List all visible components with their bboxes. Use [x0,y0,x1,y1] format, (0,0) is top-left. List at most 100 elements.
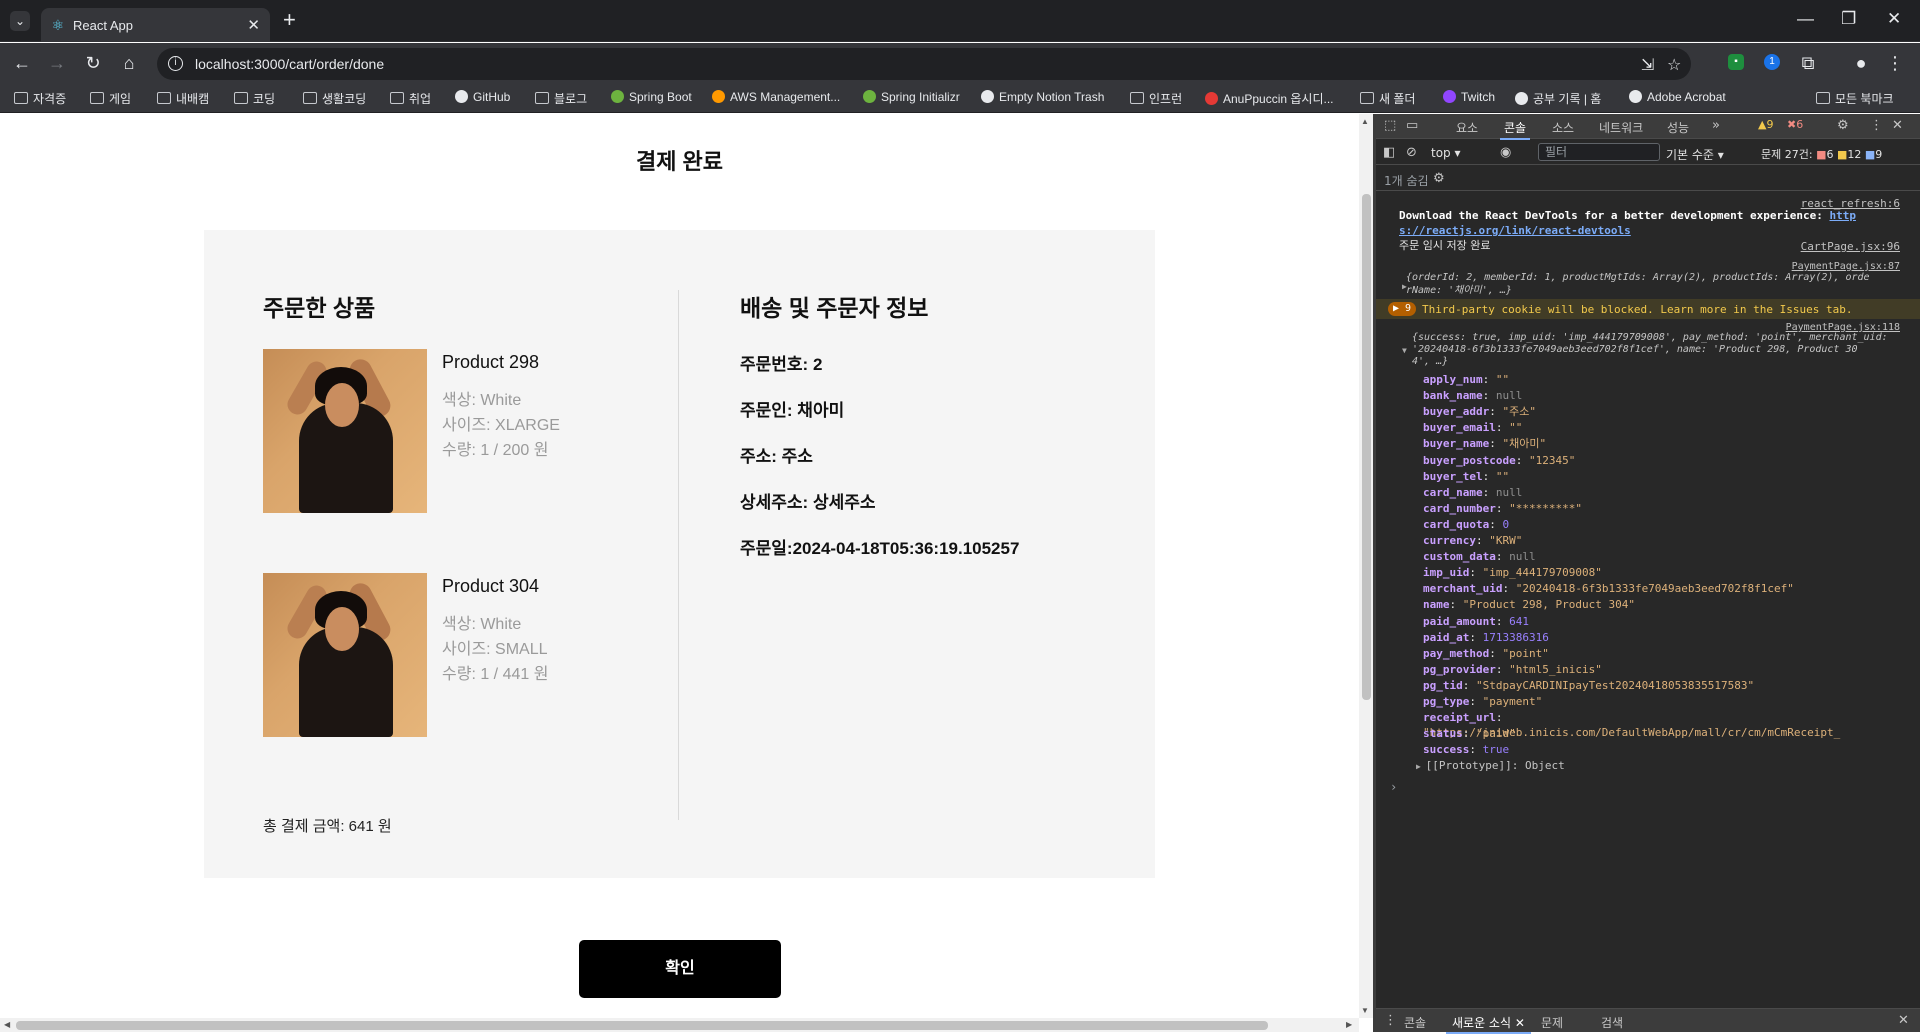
scrollbar-thumb[interactable] [16,1021,1268,1030]
bookmark-item[interactable]: GitHub [455,90,510,104]
drawer-tab-console[interactable]: 콘솔 [1404,1014,1426,1031]
object-property: buyer_postcode: "12345" [1423,453,1576,467]
devtools-drawer-tabbar: ⋮ 콘솔 새로운 소식 ✕ 문제 검색 ✕ [1376,1008,1920,1034]
product-color: 색상: White [442,616,522,633]
drawer-close-icon[interactable]: ✕ [1898,1013,1909,1028]
browser-tab[interactable]: ⚛ React App ✕ [41,8,270,42]
drawer-tab-close-icon[interactable]: ✕ [1515,1016,1525,1030]
device-toolbar-icon[interactable]: ▭ [1406,118,1418,133]
bookmark-item[interactable]: 인프런 [1130,90,1182,107]
notion-icon [981,90,994,103]
object-property: currency: "KRW" [1423,534,1523,547]
bookmark-item[interactable]: 블로그 [535,90,587,107]
new-tab-icon[interactable]: + [283,9,296,31]
profile-avatar-icon[interactable]: ● [1850,52,1872,74]
all-bookmarks[interactable]: 모든 북마크 [1816,90,1894,107]
drawer-tab-issues[interactable]: 문제 [1541,1014,1563,1031]
sidebar-toggle-icon[interactable]: ◧ [1383,145,1395,160]
console-source-link[interactable]: CartPage.jsx:96 [1801,239,1900,254]
clear-console-icon[interactable]: ⊘ [1406,145,1417,160]
bookmark-item[interactable]: AWS Management... [712,90,840,104]
bookmark-item[interactable]: 내배캠 [157,90,209,107]
bookmark-item[interactable]: Empty Notion Trash [981,90,1104,104]
aws-icon [712,90,725,103]
inspect-element-icon[interactable]: ⬚ [1384,118,1396,133]
tab-close-icon[interactable]: ✕ [247,16,260,34]
settings-gear-icon[interactable]: ⚙ [1837,118,1849,133]
bookmark-item[interactable]: 새 폴더 [1360,90,1415,107]
tab-console[interactable]: 콘솔 [1499,119,1531,140]
tab-network[interactable]: 네트워크 [1599,119,1643,136]
restore-icon[interactable]: ❐ [1841,9,1856,29]
tab-elements[interactable]: 요소 [1456,119,1478,136]
bookmark-item[interactable]: 코딩 [234,90,275,107]
bookmark-star-icon[interactable]: ☆ [1667,55,1681,75]
expand-triangle-icon[interactable]: ▶ [1402,279,1407,294]
site-info-icon[interactable]: i [168,56,183,71]
warning-count-badge[interactable]: ▲9 [1758,118,1773,131]
bookmark-label: AnuPpuccin 옵시디... [1223,92,1334,106]
object-property: buyer_name: "채아미" [1423,437,1547,451]
bookmark-label: GitHub [473,90,511,104]
tab-performance[interactable]: 성능 [1667,119,1689,136]
confirm-button[interactable]: 확인 [579,940,781,998]
error-count-badge[interactable]: ✖6 [1787,118,1803,131]
tab-search-chevron-icon[interactable]: ⌄ [10,11,30,31]
bookmark-item[interactable]: Spring Boot [611,90,692,104]
scrollbar-thumb[interactable] [1362,194,1371,700]
collapse-triangle-icon[interactable]: ▼ [1402,343,1407,358]
delivery-info-title: 배송 및 주문자 정보 [740,295,929,321]
prototype-row[interactable]: ▶ [[Prototype]]: Object [1416,758,1565,774]
page-viewport: 결제 완료 주문한 상품 배송 및 주문자 정보 Product 298 색상:… [0,114,1373,1032]
issues-counter[interactable]: 문제 27건: ■6 ■12 ■9 [1761,146,1882,162]
live-expression-eye-icon[interactable]: ◉ [1500,145,1511,160]
bookmark-item[interactable]: 자격증 [14,90,66,107]
console-filter-input[interactable]: 필터 [1538,143,1660,161]
browser-tabstrip: ⌄ ⚛ React App ✕ + — ❐ ✕ [0,0,1920,42]
bookmark-item[interactable]: 게임 [90,90,131,107]
window-close-icon[interactable]: ✕ [1887,9,1901,29]
minimize-icon[interactable]: — [1797,9,1814,29]
spring-icon [863,90,876,103]
extensions-puzzle-icon[interactable]: ⧉ [1797,52,1819,74]
page-vertical-scrollbar[interactable]: ▲ ▼ [1359,114,1373,1018]
console-status-bar: 1개 숨김 ⚙ [1376,166,1920,191]
bookmark-item[interactable]: 취업 [390,90,431,107]
console-settings-gear-icon[interactable]: ⚙ [1433,171,1445,186]
forward-icon[interactable]: → [46,52,68,74]
devtools-close-icon[interactable]: ✕ [1892,118,1903,133]
reload-icon[interactable]: ↻ [82,52,104,74]
context-select[interactable]: top ▾ [1431,146,1461,160]
bookmark-item[interactable]: AnuPpuccin 옵시디... [1205,90,1334,107]
install-app-icon[interactable]: ⇲ [1641,55,1654,75]
bookmark-item[interactable]: Spring Initializr [863,90,960,104]
drawer-tab-whats-new[interactable]: 새로운 소식 ✕ [1446,1014,1531,1034]
drawer-tab-search[interactable]: 검색 [1601,1014,1623,1031]
product-color: 색상: White [442,392,522,409]
devtools-menu-icon[interactable]: ⋮ [1870,118,1883,133]
tab-sources[interactable]: 소스 [1552,119,1574,136]
extension-1password-icon[interactable]: 1 [1764,54,1780,70]
console-object[interactable]: {orderId: 2, memberId: 1, productMgtIds:… [1406,271,1870,297]
bookmark-label: 취업 [409,92,432,106]
bookmark-item[interactable]: 공부 기록 | 홈 [1515,90,1601,107]
console-object[interactable]: {success: true, imp_uid: 'imp_4441797090… [1412,332,1888,368]
console-warning-row[interactable]: ▶ 9 Third-party cookie will be blocked. … [1376,299,1920,319]
console-prompt-icon[interactable]: › [1390,780,1397,795]
log-level-select[interactable]: 기본 수준 ▾ [1666,146,1724,163]
bookmark-item[interactable]: Adobe Acrobat [1629,90,1726,104]
page-horizontal-scrollbar[interactable]: ◀ ▶ [0,1018,1359,1032]
bookmark-item[interactable]: 생활코딩 [303,90,366,107]
back-icon[interactable]: ← [11,52,33,74]
object-property: bank_name: null [1423,389,1523,403]
address-bar[interactable]: i localhost:3000/cart/order/done ⇲ ☆ [157,48,1691,80]
drawer-menu-icon[interactable]: ⋮ [1384,1013,1397,1028]
total-amount: 총 결제 금액: 641 원 [263,818,392,835]
product-image [263,349,427,513]
url-text[interactable]: localhost:3000/cart/order/done [195,56,384,72]
home-icon[interactable]: ⌂ [118,52,140,74]
menu-kebab-icon[interactable]: ⋮ [1884,52,1906,74]
bookmark-item[interactable]: Twitch [1443,90,1495,104]
extension-icon[interactable]: ▪ [1728,54,1744,70]
more-tabs-icon[interactable]: » [1712,118,1720,133]
